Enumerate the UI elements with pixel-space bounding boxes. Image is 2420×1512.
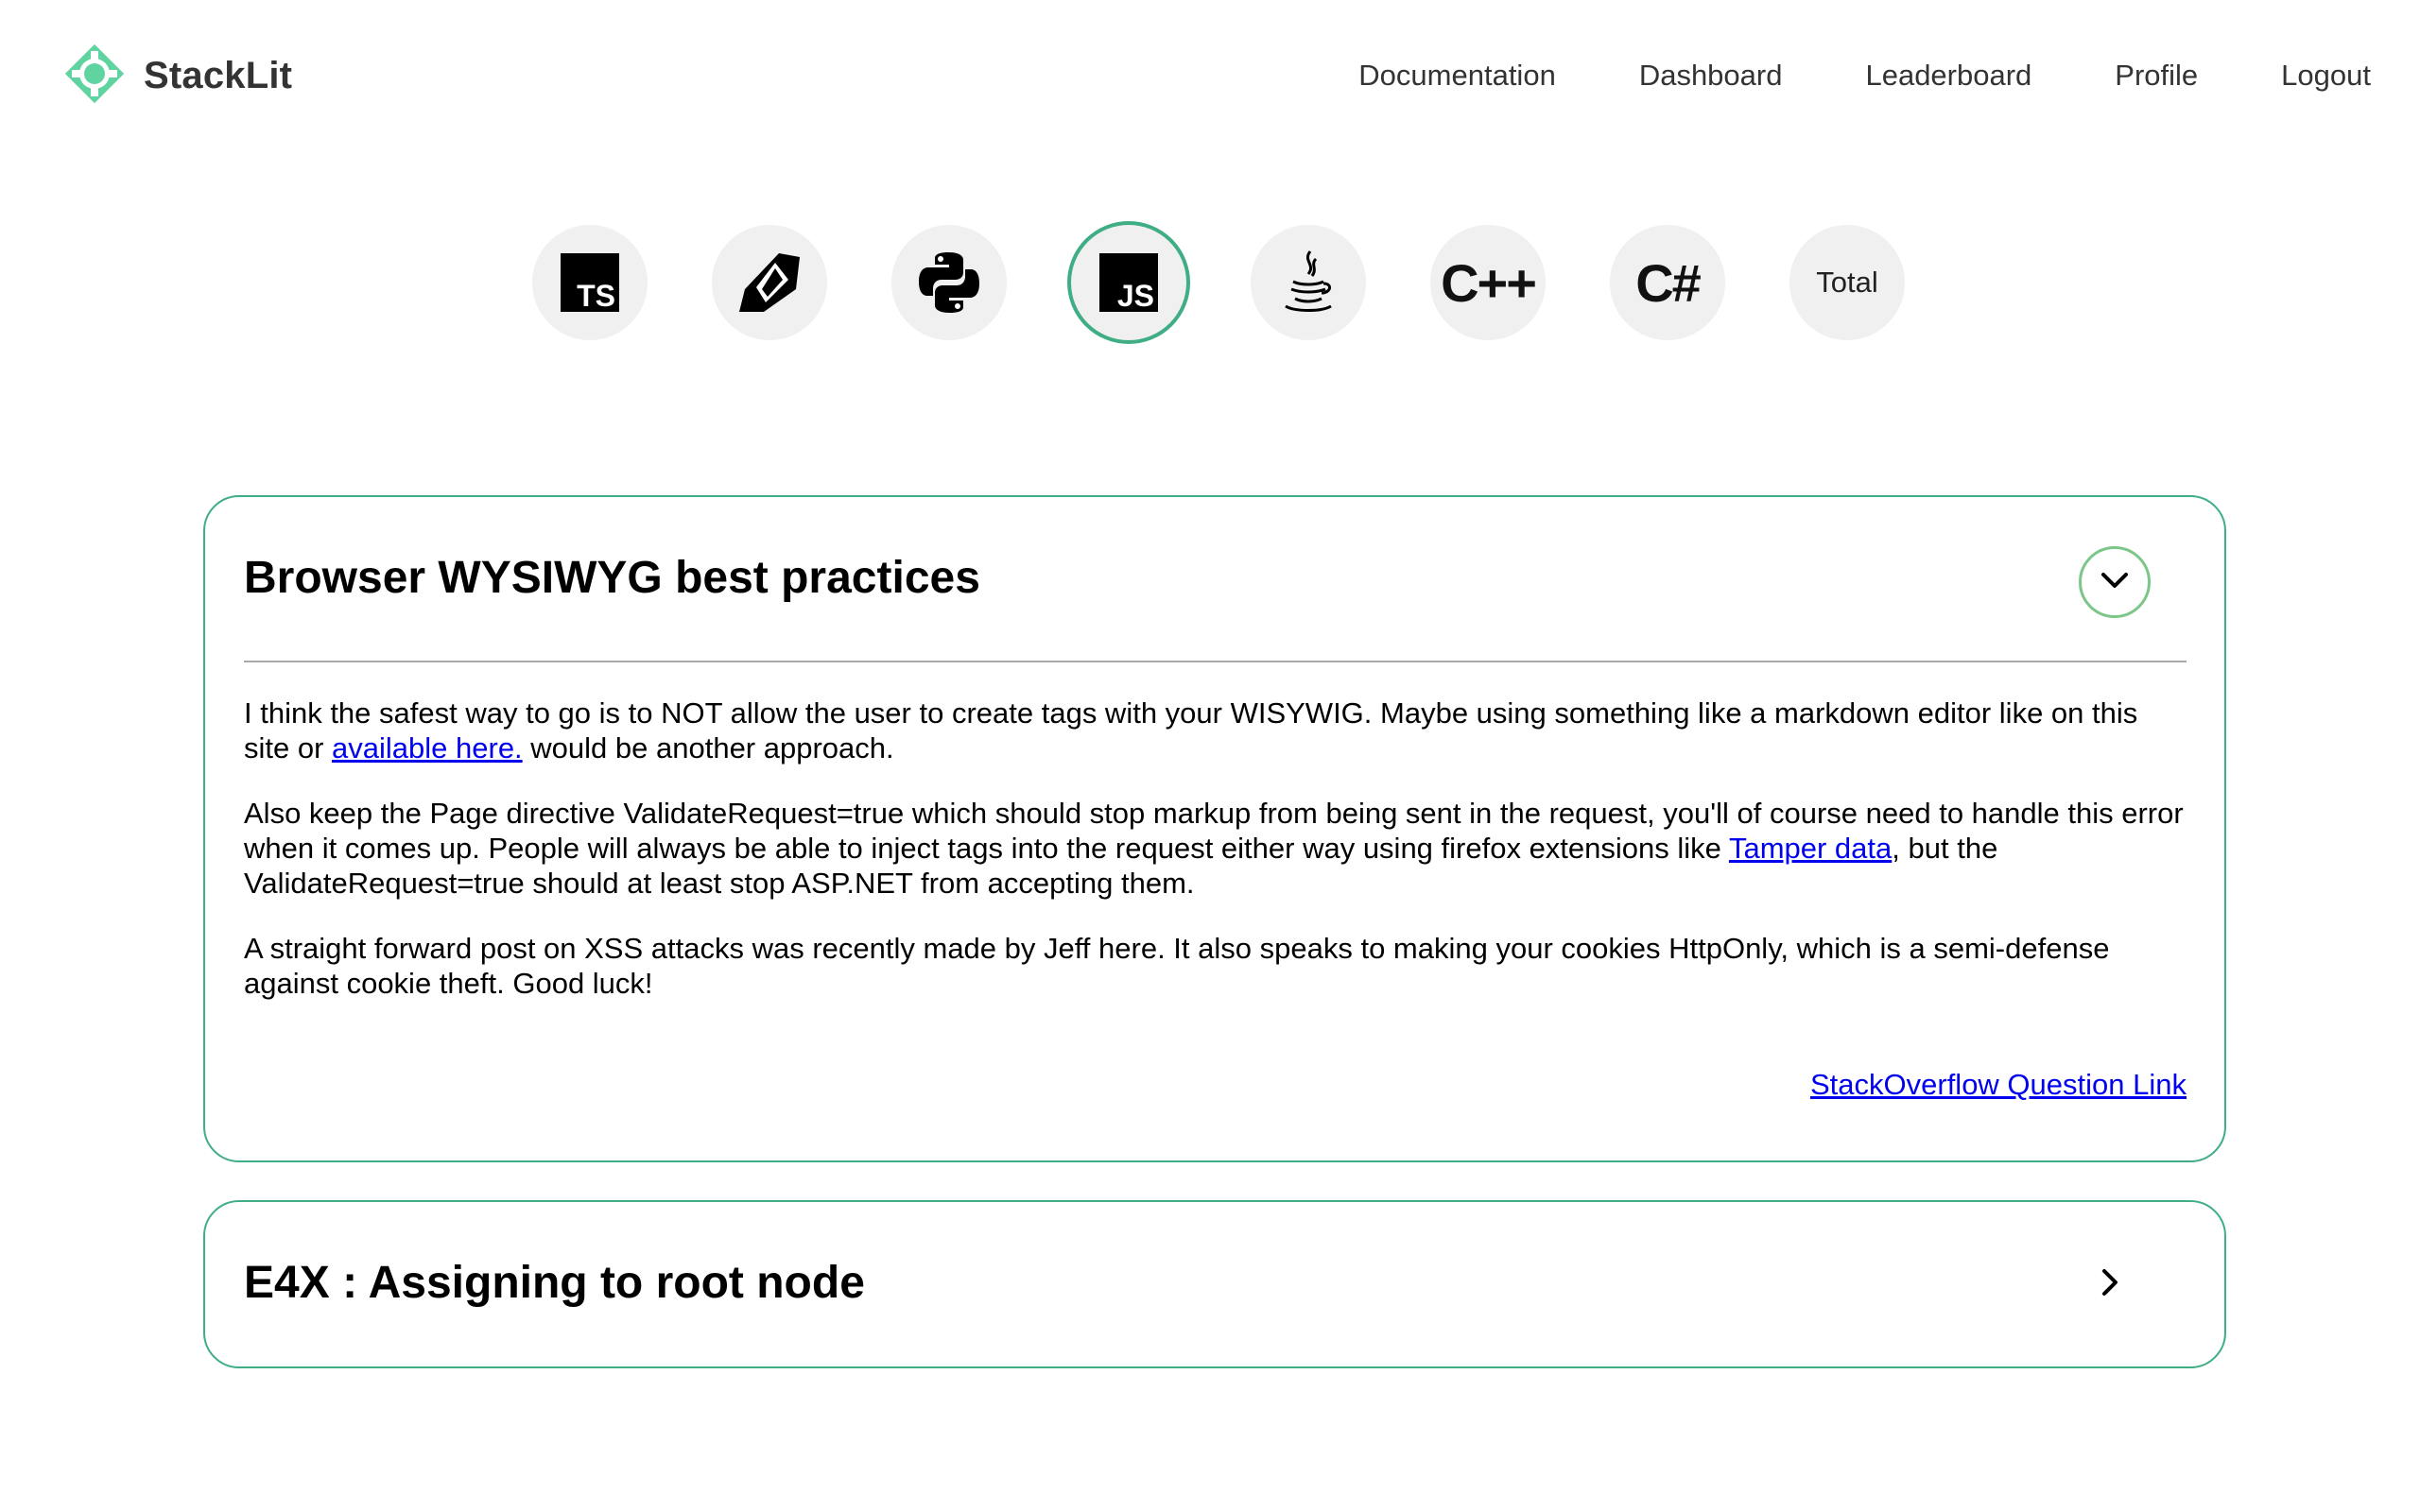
chevron-down-icon [2100,571,2129,594]
lang-python-button[interactable] [891,225,1007,340]
typescript-icon: TS [561,253,619,312]
total-label: Total [1816,266,1878,299]
nav-profile[interactable]: Profile [2115,55,2198,96]
ts-icon-label: TS [577,279,615,312]
stacklit-logo-icon [62,42,127,111]
available-here-link[interactable]: available here. [332,731,523,765]
lang-ruby-button[interactable] [712,225,827,340]
lang-cpp-button[interactable]: C++ [1430,225,1546,340]
ruby-icon [737,251,802,314]
main-nav: Documentation Dashboard Leaderboard Prof… [1358,55,2371,96]
top-navbar: StackLit Documentation Dashboard Leaderb… [0,0,2420,151]
question-title[interactable]: Browser WYSIWYG best practices [244,552,980,604]
cpp-icon: C++ [1441,252,1537,313]
csharp-icon: C# [1635,252,1702,313]
question-card: Browser WYSIWYG best practices I think t… [203,495,2226,1162]
card-divider [244,661,2187,662]
python-icon [917,250,981,315]
js-icon-label: JS [1117,279,1154,312]
stackoverflow-question-link[interactable]: StackOverflow Question Link [1810,1068,2187,1102]
question-title[interactable]: E4X : Assigning to root node [244,1257,865,1309]
answer-paragraph-2: Also keep the Page directive ValidateReq… [244,796,2187,901]
answer-paragraph-3: A straight forward post on XSS attacks w… [244,932,2110,1000]
lang-typescript-button[interactable]: TS [532,225,648,340]
lang-total-button[interactable]: Total [1789,225,1905,340]
answer-body: I think the safest way to go is to NOT a… [244,696,2187,1031]
chevron-right-icon [2100,1268,2119,1301]
nav-logout[interactable]: Logout [2281,55,2371,96]
lang-javascript-button[interactable]: JS [1067,221,1190,344]
javascript-icon: JS [1099,253,1158,312]
answer-paragraph-1: I think the safest way to go is to NOT a… [244,696,2187,765]
nav-documentation[interactable]: Documentation [1358,55,1556,96]
expand-button[interactable] [2086,1261,2134,1308]
brand[interactable]: StackLit [62,42,292,110]
lang-csharp-button[interactable]: C# [1610,225,1725,340]
lang-java-button[interactable] [1251,225,1366,340]
nav-leaderboard[interactable]: Leaderboard [1865,55,2031,96]
brand-name: StackLit [144,54,293,96]
collapse-button[interactable] [2079,546,2151,618]
question-card[interactable]: E4X : Assigning to root node [203,1200,2226,1368]
tamper-data-link[interactable]: Tamper data [1729,832,1892,865]
answer-text: would be another approach. [522,731,894,765]
java-icon [1282,249,1335,316]
nav-dashboard[interactable]: Dashboard [1639,55,1783,96]
